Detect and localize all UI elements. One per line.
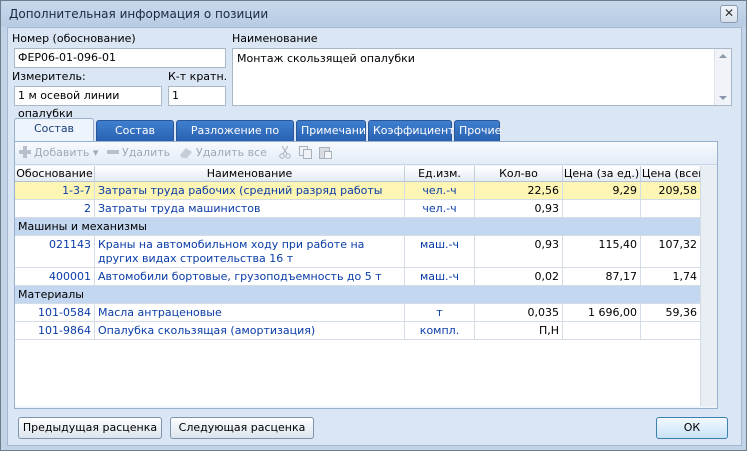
cell-unit: маш.-ч bbox=[405, 268, 475, 285]
paste-icon bbox=[319, 147, 332, 159]
window-title: Дополнительная информация о позиции bbox=[9, 7, 269, 21]
tab-notes[interactable]: Примечания bbox=[296, 120, 373, 141]
grid-toolbar: Добавить ▾ Удалить Удалить все bbox=[15, 142, 717, 165]
cell-qty: 0,035 bbox=[475, 304, 563, 321]
name-scrollbar[interactable] bbox=[714, 49, 731, 105]
prev-rate-button[interactable]: Предыдущая расценка bbox=[18, 417, 162, 439]
delete-all-button[interactable]: Удалить все bbox=[179, 146, 267, 160]
unit-field[interactable]: 1 м осевой линии опалубки bbox=[14, 86, 162, 120]
cell-unit: чел.-ч bbox=[405, 182, 475, 199]
col-header-unit[interactable]: Ед.изм. bbox=[405, 166, 475, 182]
tab-cost-composition[interactable]: Состав затрат bbox=[14, 118, 94, 155]
cell-name: Затраты труда машинистов bbox=[95, 200, 405, 217]
table-row[interactable]: 021143 Краны на автомобильном ходу при р… bbox=[15, 236, 701, 268]
tab-zones[interactable]: Разложение по зонам bbox=[176, 120, 294, 157]
number-label: Номер (обоснование) bbox=[12, 32, 136, 45]
cell-qty: П,Н bbox=[475, 322, 563, 339]
close-icon[interactable]: ✕ bbox=[720, 5, 738, 23]
table-row[interactable]: 101-0584 Масла антраценовые т 0,035 1 69… bbox=[15, 304, 701, 322]
cut-button[interactable] bbox=[279, 145, 291, 160]
grid-scrollbar[interactable] bbox=[700, 166, 717, 406]
dialog-window: Дополнительная информация о позиции ✕ Но… bbox=[0, 0, 747, 451]
scroll-up-icon[interactable] bbox=[719, 54, 727, 58]
delete-label: Удалить bbox=[122, 146, 171, 159]
group-title: Машины и механизмы bbox=[18, 220, 147, 233]
cell-qty: 22,56 bbox=[475, 182, 563, 199]
cell-total: 59,36 bbox=[641, 304, 701, 321]
tab-other[interactable]: Прочие bbox=[454, 120, 501, 141]
cell-qty: 0,93 bbox=[475, 236, 563, 267]
coef-label: К-т кратн. bbox=[168, 70, 228, 83]
paste-button[interactable] bbox=[319, 146, 332, 160]
title-bar[interactable]: Дополнительная информация о позиции ✕ bbox=[1, 1, 746, 27]
cell-price: 87,17 bbox=[563, 268, 641, 285]
group-title: Материалы bbox=[18, 288, 84, 301]
table-row[interactable]: 1-3-7 Затраты труда рабочих (средний раз… bbox=[15, 182, 701, 200]
copy-icon bbox=[299, 146, 312, 159]
table-row[interactable]: 101-9864 Опалубка скользящая (амортизаци… bbox=[15, 322, 701, 340]
table-row[interactable]: 2 Затраты труда машинистов чел.-ч 0,93 bbox=[15, 200, 701, 218]
minus-icon bbox=[107, 150, 119, 154]
cell-total: 107,32 bbox=[641, 236, 701, 267]
dropdown-arrow-icon: ▾ bbox=[89, 146, 99, 159]
cell-price bbox=[563, 200, 641, 217]
tab-work-composition[interactable]: Состав работ bbox=[96, 120, 174, 157]
copy-button[interactable] bbox=[299, 146, 312, 160]
cell-total: 209,58 bbox=[641, 182, 701, 199]
eraser-icon bbox=[180, 148, 192, 158]
cell-name: Краны на автомобильном ходу при работе н… bbox=[95, 236, 405, 267]
cell-name: Автомобили бортовые, грузоподъемность до… bbox=[95, 268, 405, 285]
number-field[interactable]: ФЕР06-01-096-01 bbox=[14, 48, 226, 68]
scroll-down-icon[interactable] bbox=[719, 96, 727, 100]
table-row[interactable]: 400001 Автомобили бортовые, грузоподъемн… bbox=[15, 268, 701, 286]
cell-price: 1 696,00 bbox=[563, 304, 641, 321]
cell-unit: маш.-ч bbox=[405, 236, 475, 267]
col-header-code[interactable]: Обоснование bbox=[15, 166, 95, 182]
cell-price: 115,40 bbox=[563, 236, 641, 267]
cut-icon bbox=[279, 145, 291, 159]
cell-qty: 0,93 bbox=[475, 200, 563, 217]
cell-total: 1,74 bbox=[641, 268, 701, 285]
col-header-name[interactable]: Наименование bbox=[95, 166, 405, 182]
cell-price bbox=[563, 322, 641, 339]
cell-unit: чел.-ч bbox=[405, 200, 475, 217]
cost-grid: Обоснование Наименование Ед.изм. Кол-во … bbox=[15, 166, 717, 406]
col-header-qty[interactable]: Кол-во bbox=[475, 166, 563, 182]
cell-total bbox=[641, 322, 701, 339]
cell-name: Опалубка скользящая (амортизация) bbox=[95, 322, 405, 339]
delete-button[interactable]: Удалить bbox=[107, 146, 170, 160]
tab-coefficients[interactable]: Коэффициенты bbox=[368, 120, 463, 141]
cell-code: 1-3-7 bbox=[15, 182, 95, 199]
name-label: Наименование bbox=[232, 32, 318, 45]
cell-unit: т bbox=[405, 304, 475, 321]
name-field[interactable]: Монтаж скользящей опалубки bbox=[232, 48, 732, 106]
cost-panel: Добавить ▾ Удалить Удалить все Обоснован… bbox=[14, 141, 718, 409]
unit-label: Измеритель: bbox=[12, 70, 86, 83]
ok-button[interactable]: ОК bbox=[656, 417, 728, 439]
cell-code: 021143 bbox=[15, 236, 95, 267]
dialog-body: Номер (обоснование) ФЕР06-01-096-01 Наим… bbox=[7, 27, 742, 446]
cell-code: 101-0584 bbox=[15, 304, 95, 321]
coef-field[interactable]: 1 bbox=[168, 86, 226, 106]
cell-code: 101-9864 bbox=[15, 322, 95, 339]
add-button[interactable]: Добавить ▾ bbox=[19, 146, 98, 160]
cell-qty: 0,02 bbox=[475, 268, 563, 285]
cell-name: Масла антраценовые bbox=[95, 304, 405, 321]
cell-code: 400001 bbox=[15, 268, 95, 285]
delete-all-label: Удалить все bbox=[196, 146, 267, 159]
add-label: Добавить bbox=[34, 146, 90, 159]
next-rate-button[interactable]: Следующая расценка bbox=[170, 417, 314, 439]
group-row-machines[interactable]: Машины и механизмы bbox=[15, 218, 701, 236]
col-header-price[interactable]: Цена (за ед.) bbox=[563, 166, 641, 182]
cell-price: 9,29 bbox=[563, 182, 641, 199]
cell-unit: компл. bbox=[405, 322, 475, 339]
cell-name: Затраты труда рабочих (средний разряд ра… bbox=[95, 182, 405, 199]
cell-code: 2 bbox=[15, 200, 95, 217]
name-value: Монтаж скользящей опалубки bbox=[237, 52, 415, 65]
group-row-materials[interactable]: Материалы bbox=[15, 286, 701, 304]
cell-total bbox=[641, 200, 701, 217]
plus-icon bbox=[19, 146, 31, 158]
